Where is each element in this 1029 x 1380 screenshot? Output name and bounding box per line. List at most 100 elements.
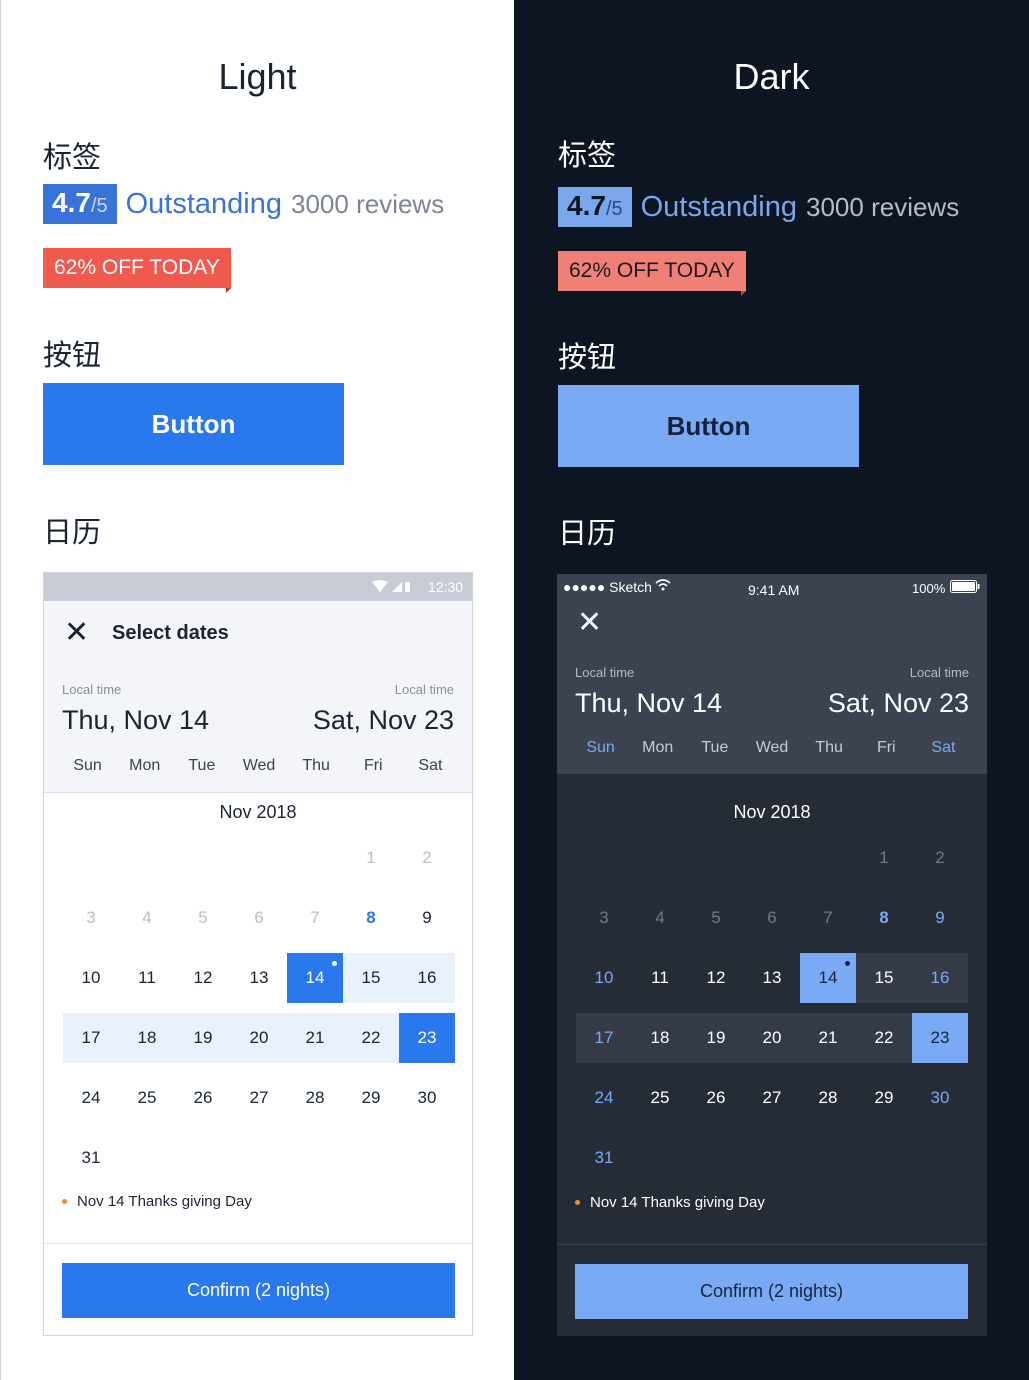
day-cell-end[interactable]: 23 xyxy=(399,1013,455,1063)
reviews-count[interactable]: 3000 reviews xyxy=(806,192,959,223)
day-cell-range[interactable]: 21 xyxy=(800,1013,856,1063)
close-icon[interactable]: ✕ xyxy=(64,618,89,648)
day-cell[interactable]: 28 xyxy=(800,1073,856,1123)
end-date[interactable]: Sat, Nov 23 xyxy=(828,688,969,719)
day-cell[interactable]: 13 xyxy=(744,953,800,1003)
day-cell[interactable]: 27 xyxy=(231,1073,287,1123)
day-cell[interactable]: 11 xyxy=(119,953,175,1003)
calendar-header: ✕ Select dates Local time Local time Thu… xyxy=(44,601,472,793)
day-cell[interactable]: 25 xyxy=(632,1073,688,1123)
calendar-phone: 12:30 ✕ Select dates Local time Local ti… xyxy=(43,572,473,1336)
rating-score-badge: 4.7 /5 xyxy=(558,187,632,227)
day-cell: 3 xyxy=(599,908,609,927)
rating-row: 4.7 /5 Outstanding 3000 reviews xyxy=(43,184,444,224)
weekday: Tue xyxy=(188,757,216,774)
day-cell xyxy=(800,833,856,883)
day-cell-range[interactable]: 21 xyxy=(287,1013,343,1063)
primary-button[interactable]: Button xyxy=(558,385,859,467)
day-cell-range[interactable]: 17 xyxy=(576,1013,632,1063)
day-cell-today[interactable]: 8 xyxy=(343,893,399,943)
wifi-icon xyxy=(655,579,671,591)
day-cell: 6 xyxy=(254,908,264,927)
day-cell: 5 xyxy=(198,908,208,927)
close-icon[interactable]: ✕ xyxy=(577,608,602,638)
offer-tag: 62% OFF TODAY xyxy=(558,251,746,296)
button-section-title: 按钮 xyxy=(558,340,617,374)
day-cell-range[interactable]: 18 xyxy=(632,1013,688,1063)
day-cell[interactable]: 30 xyxy=(399,1073,455,1123)
day-cell-today[interactable]: 8 xyxy=(856,893,912,943)
day-cell-range[interactable]: 22 xyxy=(856,1013,912,1063)
day-cell: 1 xyxy=(366,848,376,867)
day-cell-range[interactable]: 18 xyxy=(119,1013,175,1063)
day-cell-range[interactable]: 19 xyxy=(175,1013,231,1063)
week-row: 17 18 19 20 21 22 23 xyxy=(576,1013,968,1063)
day-cell[interactable]: 28 xyxy=(287,1073,343,1123)
week-row: 17 18 19 20 21 22 23 xyxy=(63,1013,455,1063)
day-cell[interactable]: 10 xyxy=(63,953,119,1003)
holiday-note: Nov 14 Thanks giving Day xyxy=(62,1193,252,1210)
weekday: Thu xyxy=(302,757,330,774)
day-cell[interactable]: 30 xyxy=(912,1073,968,1123)
day-cell[interactable]: 9 xyxy=(399,893,455,943)
day-cell: 7 xyxy=(310,908,320,927)
day-cell[interactable]: 31 xyxy=(576,1133,632,1183)
confirm-button[interactable]: Confirm (2 nights) xyxy=(575,1264,968,1319)
confirm-button[interactable]: Confirm (2 nights) xyxy=(62,1263,455,1318)
day-cell[interactable]: 11 xyxy=(632,953,688,1003)
calendar-phone: ●●●●● Sketch 9:41 AM 100% ✕ Local time L… xyxy=(557,574,987,1336)
rating-score-badge: 4.7 /5 xyxy=(43,184,117,224)
day-cell-range[interactable]: 16 xyxy=(912,953,968,1003)
day-cell-range[interactable]: 19 xyxy=(688,1013,744,1063)
calendar-footer: Confirm (2 nights) xyxy=(44,1243,472,1335)
day-cell-end[interactable]: 23 xyxy=(912,1013,968,1063)
dark-panel: Dark 标签 4.7 /5 Outstanding 3000 reviews … xyxy=(514,0,1029,1380)
day-cell[interactable]: 12 xyxy=(175,953,231,1003)
day-number: 14 xyxy=(305,968,325,987)
day-cell[interactable]: 13 xyxy=(231,953,287,1003)
day-cell-range[interactable]: 16 xyxy=(399,953,455,1003)
day-cell[interactable]: 29 xyxy=(343,1073,399,1123)
day-cell[interactable]: 26 xyxy=(175,1073,231,1123)
start-date[interactable]: Thu, Nov 14 xyxy=(575,688,722,719)
reviews-count[interactable]: 3000 reviews xyxy=(291,189,444,220)
calendar-section-title: 日历 xyxy=(43,515,102,549)
day-cell: 6 xyxy=(767,908,777,927)
weekday: Tue xyxy=(701,739,729,756)
day-cell[interactable]: 9 xyxy=(912,893,968,943)
status-bar: 12:30 xyxy=(44,573,472,601)
day-cell-start[interactable]: 14 xyxy=(800,953,856,1003)
day-cell-start[interactable]: 14 xyxy=(287,953,343,1003)
status-bar: ●●●●● Sketch 9:41 AM 100% xyxy=(557,574,987,602)
day-cell-range[interactable]: 22 xyxy=(343,1013,399,1063)
status-carrier: ●●●●● Sketch xyxy=(563,579,652,595)
day-cell xyxy=(632,833,688,883)
day-cell-range[interactable]: 15 xyxy=(856,953,912,1003)
day-cell[interactable]: 24 xyxy=(63,1073,119,1123)
day-cell[interactable]: 26 xyxy=(688,1073,744,1123)
week-row: 31 xyxy=(63,1133,455,1183)
day-cell[interactable]: 27 xyxy=(744,1073,800,1123)
end-date[interactable]: Sat, Nov 23 xyxy=(313,705,454,736)
sheet-title: Select dates xyxy=(112,622,229,644)
start-local-label: Local time xyxy=(62,682,122,697)
day-cell[interactable]: 25 xyxy=(119,1073,175,1123)
holiday-dot-icon xyxy=(62,1199,67,1204)
day-cell: 3 xyxy=(86,908,96,927)
day-cell[interactable]: 24 xyxy=(576,1073,632,1123)
day-cell[interactable]: 12 xyxy=(688,953,744,1003)
rating-row: 4.7 /5 Outstanding 3000 reviews xyxy=(558,187,959,227)
day-cell-range[interactable]: 20 xyxy=(231,1013,287,1063)
day-cell-range[interactable]: 20 xyxy=(744,1013,800,1063)
calendar-section-title: 日历 xyxy=(558,516,617,550)
start-date[interactable]: Thu, Nov 14 xyxy=(62,705,209,736)
rating-scale: /5 xyxy=(90,195,108,217)
day-cell[interactable]: 31 xyxy=(63,1133,119,1183)
day-cell-range[interactable]: 15 xyxy=(343,953,399,1003)
day-cell[interactable]: 10 xyxy=(576,953,632,1003)
primary-button[interactable]: Button xyxy=(43,383,344,465)
holiday-dot-icon xyxy=(575,1200,580,1205)
day-cell-range[interactable]: 17 xyxy=(63,1013,119,1063)
day-cell xyxy=(231,833,287,883)
day-cell[interactable]: 29 xyxy=(856,1073,912,1123)
